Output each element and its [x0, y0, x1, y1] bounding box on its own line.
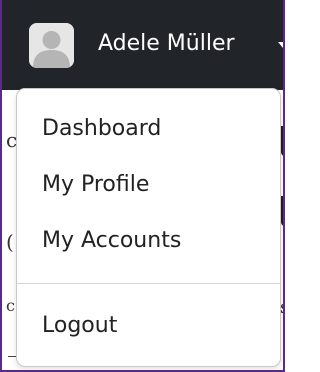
app-frame: t t s c ( c Adele Müller Dashboard My Pr… — [0, 0, 285, 372]
menu-item-logout[interactable]: Logout — [42, 312, 117, 340]
user-dropdown-menu: Dashboard My Profile My Accounts Logout — [16, 88, 281, 367]
user-menu-toggle[interactable]: Adele Müller — [98, 30, 235, 58]
background-fragment: c — [6, 296, 15, 315]
menu-item-my-accounts[interactable]: My Accounts — [42, 227, 181, 255]
user-avatar-icon[interactable] — [29, 23, 74, 68]
user-avatar-icon-svg — [29, 23, 74, 68]
menu-item-my-profile[interactable]: My Profile — [42, 171, 149, 199]
menu-divider — [17, 283, 280, 284]
caret-down-icon[interactable] — [278, 42, 283, 48]
top-navbar: Adele Müller — [2, 0, 283, 90]
menu-item-dashboard[interactable]: Dashboard — [42, 115, 161, 143]
background-fragment: ( — [6, 230, 14, 254]
